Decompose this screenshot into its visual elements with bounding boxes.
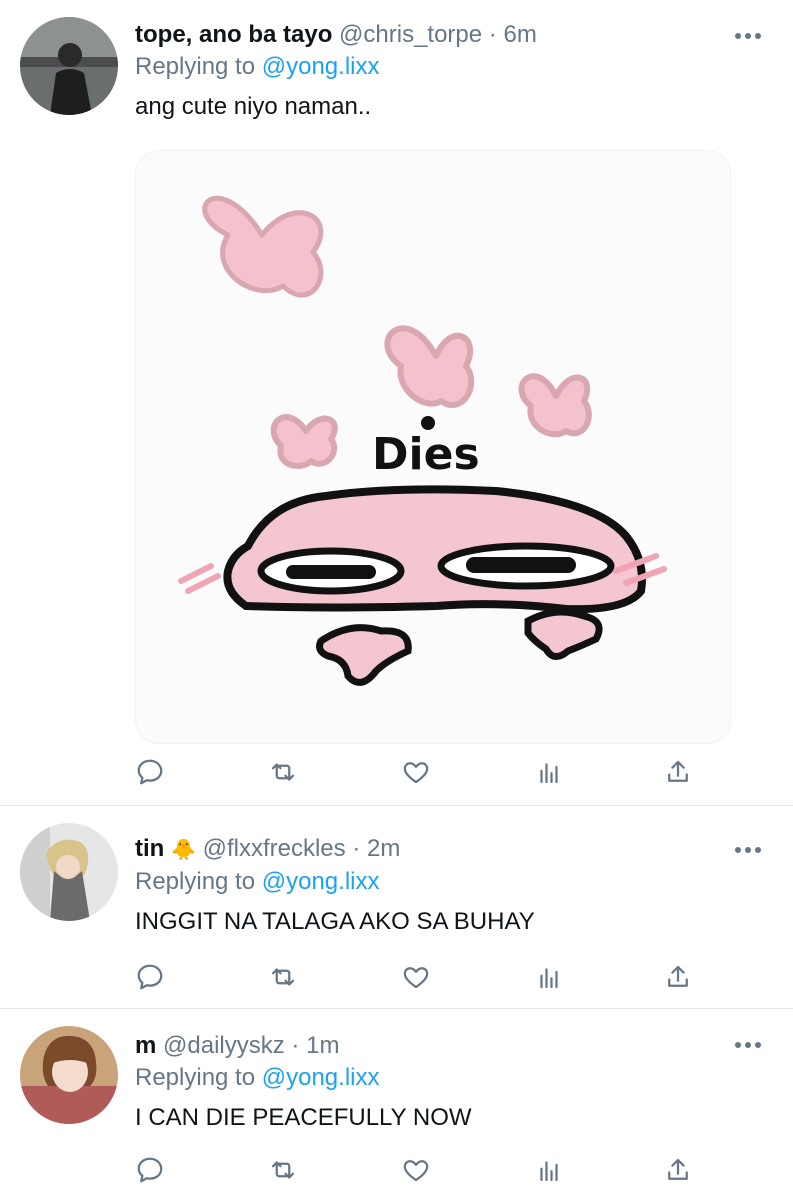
avatar[interactable] — [20, 17, 118, 115]
timestamp[interactable]: 6m — [503, 21, 536, 48]
tweet-header: tope, ano ba tayo @chris_torpe · 6m — [135, 20, 773, 50]
tweet-actions — [135, 962, 695, 996]
more-icon[interactable] — [735, 844, 765, 856]
tweet-header: tin 🐥 @flxxfreckles · 2m — [135, 834, 773, 865]
reply-icon[interactable] — [135, 1155, 169, 1189]
share-icon[interactable] — [663, 757, 697, 791]
analytics-icon[interactable] — [534, 757, 568, 791]
user-handle[interactable]: @dailyyskz — [163, 1032, 285, 1059]
tweet-text: I CAN DIE PEACEFULLY NOW — [135, 1104, 472, 1131]
display-name[interactable]: m — [135, 1032, 156, 1059]
display-name[interactable]: tope, ano ba tayo — [135, 21, 332, 48]
reply-icon[interactable] — [135, 757, 169, 791]
tweet-text: INGGIT NA TALAGA AKO SA BUHAY — [135, 908, 535, 935]
sticker-text: Dies — [372, 429, 480, 480]
tweet[interactable]: m @dailyyskz · 1m Replying to @yong.lixx… — [0, 1009, 793, 1199]
replying-to-label: Replying to — [135, 868, 256, 895]
tweet-header: m @dailyyskz · 1m — [135, 1031, 773, 1061]
share-icon[interactable] — [663, 962, 697, 996]
more-icon[interactable] — [735, 1039, 765, 1051]
separator: · — [352, 835, 361, 862]
mention-link[interactable]: @yong.lixx — [262, 53, 380, 80]
like-icon[interactable] — [401, 757, 435, 791]
mention-link[interactable]: @yong.lixx — [262, 868, 380, 895]
tweet-text: ang cute niyo naman.. — [135, 93, 372, 120]
tweet[interactable]: tin 🐥 @flxxfreckles · 2m Replying to @yo… — [0, 806, 793, 1009]
like-icon[interactable] — [401, 962, 435, 996]
replying-to: Replying to @yong.lixx — [135, 52, 773, 82]
user-handle[interactable]: @chris_torpe — [339, 21, 482, 48]
analytics-icon[interactable] — [534, 1155, 568, 1189]
tweet-actions — [135, 1155, 695, 1189]
mention-link[interactable]: @yong.lixx — [262, 1064, 380, 1091]
replying-to: Replying to @yong.lixx — [135, 1063, 773, 1093]
avatar[interactable] — [20, 1026, 118, 1124]
separator: · — [488, 21, 497, 48]
tweet-media[interactable]: Dies — [135, 150, 731, 744]
replying-to-label: Replying to — [135, 53, 256, 80]
replying-to-label: Replying to — [135, 1064, 256, 1091]
reply-icon[interactable] — [135, 962, 169, 996]
chick-emoji: 🐥 — [171, 839, 196, 861]
display-name[interactable]: tin — [135, 835, 164, 862]
timestamp[interactable]: 1m — [306, 1032, 339, 1059]
retweet-icon[interactable] — [268, 757, 302, 791]
tweet-actions — [135, 757, 695, 791]
replying-to: Replying to @yong.lixx — [135, 867, 773, 897]
more-icon[interactable] — [735, 30, 765, 42]
avatar[interactable] — [20, 823, 118, 921]
like-icon[interactable] — [401, 1155, 435, 1189]
timestamp[interactable]: 2m — [367, 835, 400, 862]
analytics-icon[interactable] — [534, 962, 568, 996]
retweet-icon[interactable] — [268, 1155, 302, 1189]
user-handle[interactable]: @flxxfreckles — [203, 835, 346, 862]
tweet[interactable]: tope, ano ba tayo @chris_torpe · 6m Repl… — [0, 0, 793, 806]
separator: · — [291, 1032, 300, 1059]
share-icon[interactable] — [663, 1155, 697, 1189]
retweet-icon[interactable] — [268, 962, 302, 996]
sticker-image: Dies — [178, 195, 667, 686]
